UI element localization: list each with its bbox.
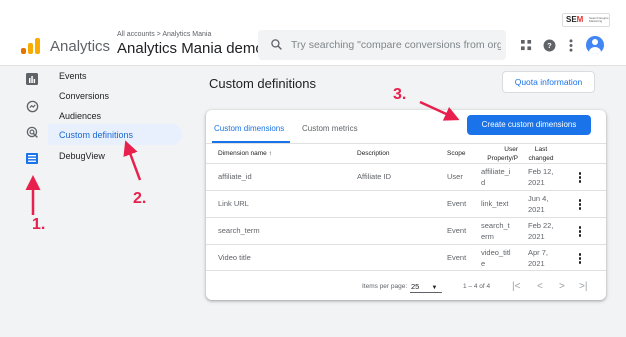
next-page-icon[interactable]: > (559, 281, 565, 292)
semrush-watermark: SEM Search Engine Marketing (562, 13, 610, 27)
sidebar-item-debugview[interactable]: DebugView (59, 151, 105, 161)
annotation-step-2: 2. (133, 190, 147, 207)
sidebar-item-events[interactable]: Events (59, 71, 87, 81)
breadcrumb[interactable]: All accounts > Analytics Mania (117, 31, 211, 38)
create-custom-dimensions-button[interactable]: Create custom dimensions (467, 115, 591, 135)
app-name: Analytics (50, 38, 111, 55)
sidebar-item-label: Custom definitions (59, 130, 134, 140)
row-description: Affiliate ID (357, 172, 392, 181)
row-scope: Event (447, 253, 467, 262)
row-divider (206, 217, 606, 218)
row-scope: Event (447, 226, 467, 235)
first-page-icon[interactable]: |< (512, 281, 520, 292)
row-scope: Event (447, 199, 467, 208)
advertising-icon[interactable] (25, 125, 39, 139)
help-icon[interactable]: ? (542, 38, 556, 52)
row-scope: User (447, 172, 463, 181)
row-divider (206, 270, 606, 271)
more-vert-icon[interactable] (564, 38, 578, 52)
pagination-range: 1 – 4 of 4 (463, 283, 491, 290)
row-more-vert-icon[interactable] (578, 172, 582, 184)
sidebar-item-custom-definitions[interactable]: Custom definitions (48, 124, 182, 145)
top-app-bar: Analytics All accounts > Analytics Mania… (0, 0, 626, 66)
prev-page-icon[interactable]: < (537, 281, 543, 292)
row-divider (206, 190, 606, 191)
column-header-scope: Scope (447, 150, 466, 157)
account-avatar[interactable] (586, 36, 604, 54)
annotation-step-3: 3. (393, 86, 407, 103)
explore-icon[interactable] (25, 99, 39, 113)
property-selector[interactable]: Analytics Mania demo▼ (117, 40, 275, 57)
row-more-vert-icon[interactable] (578, 226, 582, 238)
row-user-property: video_titl e (481, 248, 511, 268)
row-dimension-name: search_term (218, 226, 260, 235)
row-dimension-name: Link URL (218, 199, 249, 208)
select-underline (410, 292, 442, 293)
apps-grid-icon[interactable] (519, 38, 533, 52)
row-more-vert-icon[interactable] (578, 253, 582, 265)
tabs-divider (206, 143, 606, 144)
items-per-page-label: Items per page: (362, 283, 408, 290)
row-last-changed: Feb 12, 2021 (528, 167, 554, 187)
search-icon (271, 39, 282, 50)
row-dimension-name: Video title (218, 253, 251, 262)
row-user-property: search_t erm (481, 221, 510, 241)
configure-icon[interactable] (25, 151, 39, 165)
annotation-step-1: 1. (32, 216, 46, 233)
row-divider (206, 244, 606, 245)
items-per-page-select[interactable]: 25 ▼ (411, 282, 437, 291)
analytics-logo-icon[interactable] (21, 38, 41, 54)
row-last-changed: Feb 22, 2021 (528, 221, 554, 241)
search-input[interactable]: Try searching "compare conversions from … (291, 39, 501, 51)
tab-custom-metrics[interactable]: Custom metrics (302, 124, 358, 133)
column-header-last-changed: Last changed (528, 146, 554, 162)
last-page-icon[interactable]: >| (579, 281, 587, 292)
row-dimension-name: affiliate_id (218, 172, 252, 181)
row-more-vert-icon[interactable] (578, 199, 582, 211)
column-header-dimension-name[interactable]: Dimension name ↑ (218, 150, 272, 157)
row-last-changed: Jun 4, 2021 (528, 194, 549, 214)
row-user-property: link_text (481, 199, 509, 208)
quota-information-button[interactable]: Quota information (502, 71, 595, 93)
sidebar-item-conversions[interactable]: Conversions (59, 91, 109, 101)
row-last-changed: Apr 7, 2021 (528, 248, 549, 268)
annotation-arrow-2 (123, 140, 142, 181)
dropdown-caret-icon: ▼ (431, 285, 438, 291)
reports-icon[interactable] (25, 72, 39, 86)
sidebar-item-audiences[interactable]: Audiences (59, 111, 101, 121)
svg-text:?: ? (547, 41, 552, 50)
search-bar[interactable]: Try searching "compare conversions from … (258, 30, 506, 60)
tab-custom-dimensions[interactable]: Custom dimensions (214, 124, 284, 133)
column-header-description: Description (357, 150, 390, 157)
page-title: Custom definitions (209, 76, 316, 91)
header-divider (206, 163, 606, 164)
column-header-user-property: User Property/P (487, 146, 518, 162)
property-name: Analytics Mania demo (117, 40, 264, 57)
row-user-property: affiliate_i d (481, 167, 511, 187)
